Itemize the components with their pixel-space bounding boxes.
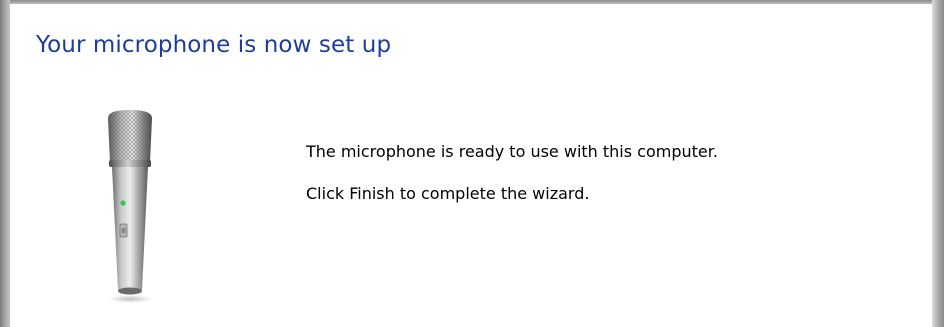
status-led xyxy=(120,200,126,206)
wizard-page: Your microphone is now set up The microp… xyxy=(10,4,932,327)
wizard-message: The microphone is ready to use with this… xyxy=(306,142,906,203)
window-frame-left xyxy=(0,0,10,327)
page-title: Your microphone is now set up xyxy=(36,32,392,58)
window-frame-right xyxy=(932,0,944,327)
wizard-window: Your microphone is now set up The microp… xyxy=(0,0,944,327)
ready-message: The microphone is ready to use with this… xyxy=(306,142,718,161)
microphone-icon xyxy=(108,110,152,303)
finish-instruction: Click Finish to complete the wizard. xyxy=(306,184,590,203)
